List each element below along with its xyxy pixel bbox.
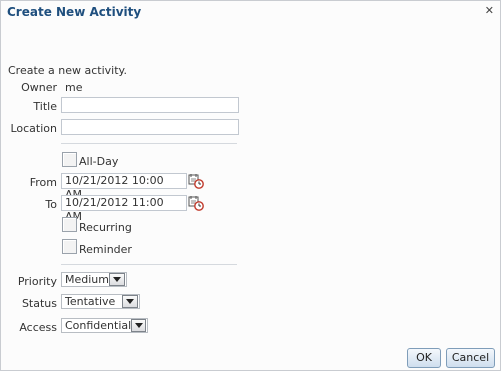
from-label: From: [29, 176, 57, 189]
to-date-input[interactable]: 10/21/2012 11:00 AM: [61, 195, 187, 223]
calendar-clock-icon[interactable]: [188, 173, 204, 189]
access-value: Confidential: [65, 319, 132, 332]
recurring-checkbox[interactable]: [62, 217, 77, 232]
reminder-label: Reminder: [79, 243, 132, 256]
dialog-title: Create New Activity: [7, 5, 142, 19]
priority-label: Priority: [17, 275, 57, 288]
recurring-label: Recurring: [79, 221, 132, 234]
ok-button[interactable]: OK: [407, 348, 441, 368]
title-input[interactable]: [61, 97, 239, 113]
location-label: Location: [10, 122, 57, 135]
from-date-input[interactable]: 10/21/2012 10:00 AM: [61, 173, 187, 201]
status-label: Status: [21, 297, 57, 310]
owner-label: Owner: [21, 81, 57, 94]
create-activity-dialog: Create New Activity ✕ Create a new activ…: [0, 0, 501, 371]
chevron-down-icon[interactable]: [122, 295, 138, 308]
access-label: Access: [19, 321, 57, 334]
title-label: Title: [33, 100, 57, 113]
chevron-down-icon[interactable]: [131, 319, 146, 332]
location-input[interactable]: [61, 119, 239, 135]
priority-select[interactable]: Medium: [61, 272, 127, 287]
allday-label: All-Day: [79, 155, 119, 168]
separator: [61, 143, 237, 144]
chevron-down-icon[interactable]: [109, 273, 125, 286]
status-select[interactable]: Tentative: [61, 294, 140, 309]
intro-text: Create a new activity.: [8, 64, 127, 77]
access-select[interactable]: Confidential: [61, 318, 148, 333]
cancel-button[interactable]: Cancel: [446, 348, 495, 368]
to-label: To: [45, 198, 57, 211]
status-value: Tentative: [65, 295, 116, 308]
owner-value: me: [65, 81, 83, 94]
priority-value: Medium: [65, 273, 109, 286]
allday-checkbox[interactable]: [62, 152, 77, 167]
separator: [61, 264, 237, 265]
reminder-checkbox[interactable]: [62, 239, 77, 254]
close-icon[interactable]: ✕: [485, 4, 494, 17]
calendar-clock-icon[interactable]: [188, 195, 204, 211]
